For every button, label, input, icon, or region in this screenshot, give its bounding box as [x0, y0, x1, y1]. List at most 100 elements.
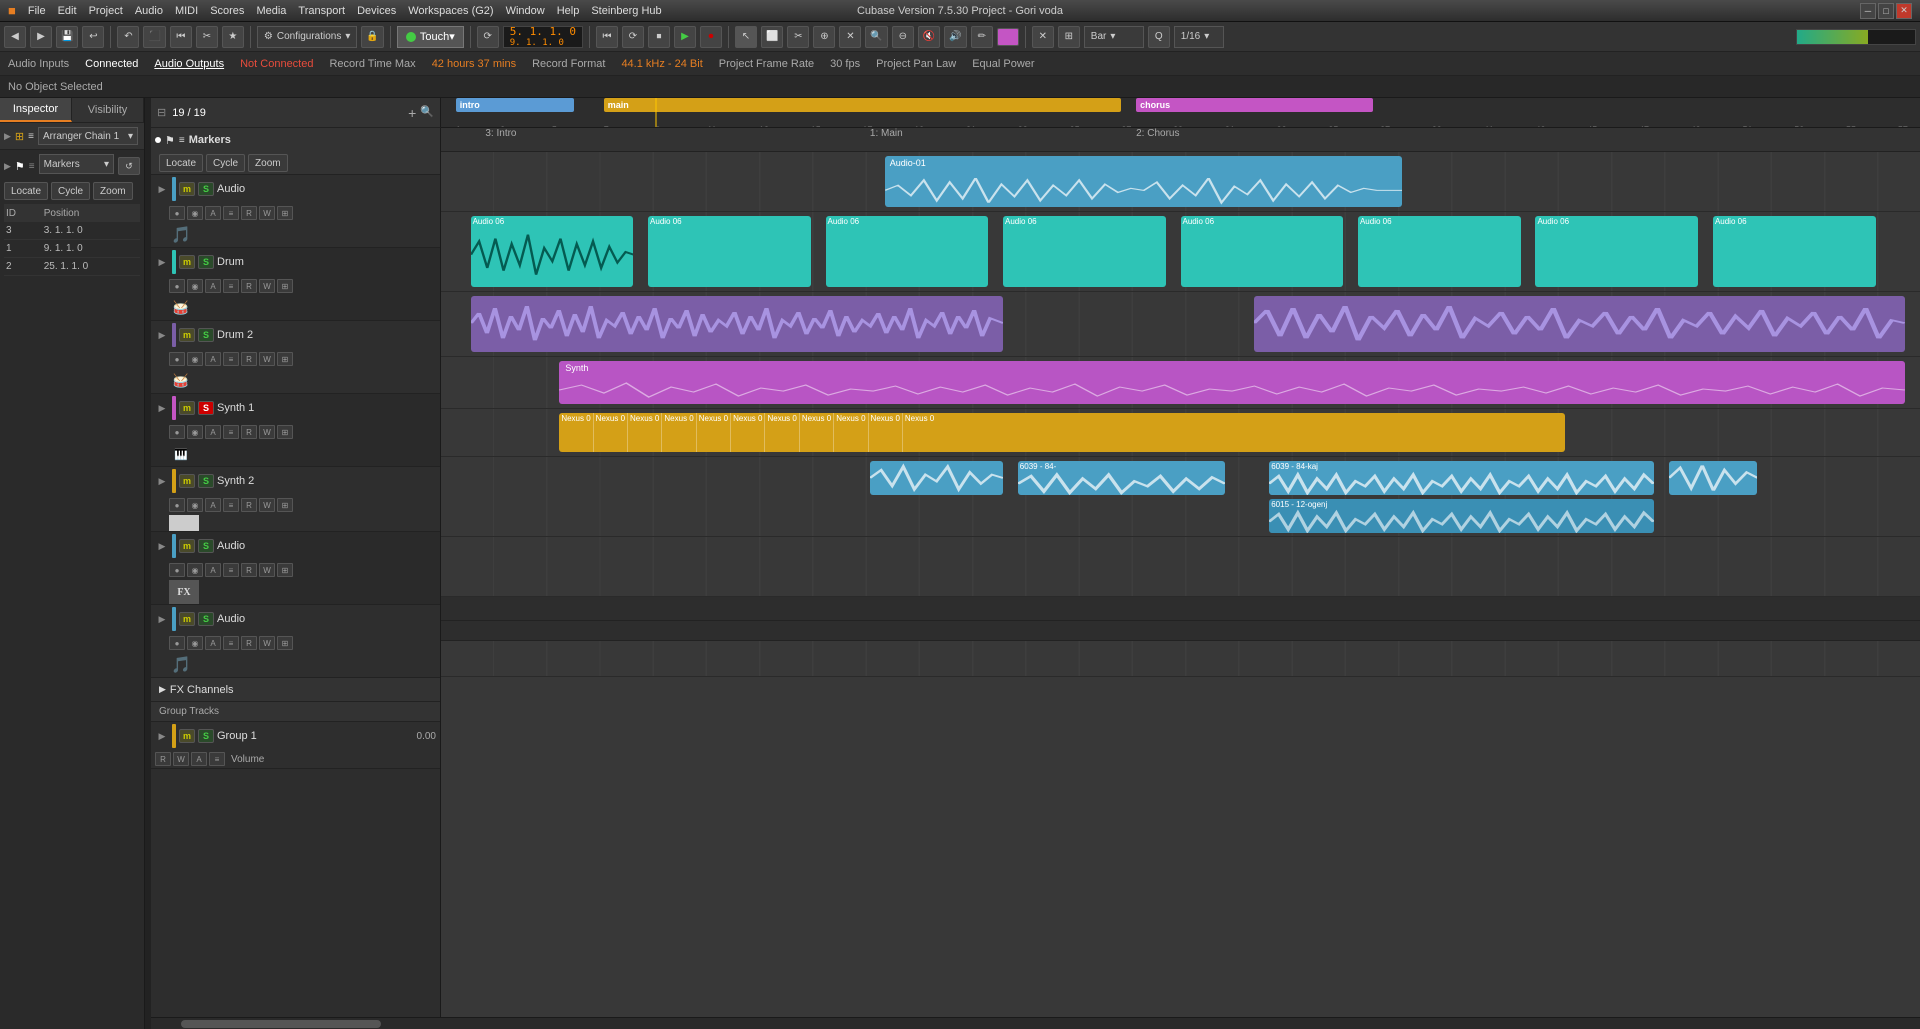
equal-power-label[interactable]: Equal Power — [972, 58, 1034, 70]
clip-fx-2[interactable]: 6039 - 84-kaj — [1269, 461, 1654, 495]
zoom-button[interactable]: Zoom — [93, 182, 133, 200]
fx-audiofx-button[interactable]: ⊞ — [277, 563, 293, 577]
intro-marker[interactable]: intro — [456, 98, 574, 112]
connected-label[interactable]: Connected — [85, 58, 138, 70]
mute-synth1-button[interactable]: m — [179, 401, 195, 415]
tool-glue[interactable]: ★ — [222, 26, 244, 48]
w-drum-button[interactable]: W — [259, 279, 275, 293]
track-expand-audiofx[interactable]: ▶ — [155, 541, 169, 552]
scissors-tool-button[interactable]: ✂ — [787, 26, 809, 48]
r-drum-button[interactable]: R — [241, 279, 257, 293]
menu-scores[interactable]: Scores — [210, 5, 244, 17]
track-header-audio1[interactable]: ▶ m S Audio — [151, 175, 440, 203]
track-header-drum[interactable]: ▶ m S Drum — [151, 248, 440, 276]
r-synth2-button[interactable]: R — [241, 498, 257, 512]
menu-bar[interactable]: ■ File Edit Project Audio MIDI Scores Me… — [8, 3, 662, 18]
add-track-button[interactable]: + — [408, 105, 416, 121]
arrange-row-audiofx[interactable]: 6039 - 84- 6039 - 84-kaj — [441, 457, 1920, 537]
play-button[interactable]: ▶ — [674, 26, 696, 48]
inspector-tabs[interactable]: Inspector Visibility — [0, 98, 144, 123]
solo-synth1-button[interactable]: S — [198, 401, 214, 415]
glue-tool-button[interactable]: ⊕ — [813, 26, 835, 48]
tab-visibility[interactable]: Visibility — [72, 98, 144, 122]
solo-group1-button[interactable]: S — [198, 729, 214, 743]
fx-audio1-button[interactable]: ⊞ — [277, 206, 293, 220]
r-audiofx-button[interactable]: R — [241, 563, 257, 577]
r-group1-button[interactable]: R — [155, 752, 171, 766]
clip-drum-1[interactable]: Audio 06 — [648, 216, 811, 287]
draw-tool-button[interactable]: ✏ — [971, 26, 993, 48]
tool-scissors[interactable]: ✂ — [196, 26, 218, 48]
fx-synth2-button[interactable]: ⊞ — [277, 498, 293, 512]
track-header-audiofx[interactable]: ▶ m S Audio — [151, 532, 440, 560]
menu-midi[interactable]: MIDI — [175, 5, 198, 17]
auto-synth1-button[interactable]: A — [205, 425, 221, 439]
arrange-row-group1[interactable] — [441, 641, 1920, 677]
collapse-tracks-button[interactable]: ⊟ — [157, 106, 166, 119]
markers-refresh-button[interactable]: ↺ — [118, 157, 140, 175]
config-extra-button[interactable]: 🔒 — [361, 26, 383, 48]
auto-synth2-button[interactable]: A — [205, 498, 221, 512]
track-expand-synth1[interactable]: ▶ — [155, 403, 169, 414]
track-header-synth1[interactable]: ▶ m S Synth 1 — [151, 394, 440, 422]
r-synth1-button[interactable]: R — [241, 425, 257, 439]
track-expand-drum2[interactable]: ▶ — [155, 330, 169, 341]
zoom-btn2[interactable]: Zoom — [248, 154, 288, 172]
arranger-chain-dropdown[interactable]: Arranger Chain 1 ▾ — [38, 127, 138, 145]
scrollbar-thumb[interactable] — [181, 1020, 381, 1028]
arrange-canvas[interactable]: 3: Intro 1: Main 2: Chorus Audio-01 — [441, 128, 1920, 1017]
menu-media[interactable]: Media — [256, 5, 286, 17]
fx-drum-button[interactable]: ⊞ — [277, 279, 293, 293]
monitor-audiofx-button[interactable]: ◉ — [187, 563, 203, 577]
clip-drum-2[interactable]: Audio 06 — [826, 216, 989, 287]
clip-drum-0[interactable]: Audio 06 — [471, 216, 634, 287]
menu-help[interactable]: Help — [557, 5, 580, 17]
maximize-button[interactable]: □ — [1878, 3, 1894, 19]
revert-button[interactable]: ↩ — [82, 26, 104, 48]
r-drum2-button[interactable]: R — [241, 352, 257, 366]
mute-audio3-button[interactable]: m — [179, 612, 195, 626]
color-button[interactable] — [997, 28, 1019, 46]
mute-drum2-button[interactable]: m — [179, 328, 195, 342]
rec-audio1-button[interactable]: ● — [169, 206, 185, 220]
metronome-button[interactable]: ⟳ — [477, 26, 499, 48]
minimize-button[interactable]: ─ — [1860, 3, 1876, 19]
search-tracks-button[interactable]: 🔍 — [420, 105, 434, 121]
punch-in-button[interactable]: ⏮ — [170, 26, 192, 48]
solo-audio3-button[interactable]: S — [198, 612, 214, 626]
monitor-synth1-button[interactable]: ◉ — [187, 425, 203, 439]
track-header-audio3[interactable]: ▶ m S Audio — [151, 605, 440, 633]
track-expand-audio3[interactable]: ▶ — [155, 614, 169, 625]
solo-drum-button[interactable]: S — [198, 255, 214, 269]
window-controls[interactable]: ─ □ ✕ — [1860, 3, 1912, 19]
clip-drum-3[interactable]: Audio 06 — [1003, 216, 1166, 287]
zoom-in-button[interactable]: 🔍 — [865, 26, 887, 48]
go-to-start-button[interactable]: ⏮ — [596, 26, 618, 48]
track-header-group1[interactable]: ▶ m S Group 1 0.00 — [151, 722, 440, 750]
tab-inspector[interactable]: Inspector — [0, 98, 72, 122]
clip-fx-0[interactable] — [870, 461, 1003, 495]
touch-mode-button[interactable]: Touch ▾ — [397, 26, 464, 48]
monitor-drum-button[interactable]: ◉ — [187, 279, 203, 293]
marker-row-1[interactable]: 3 3. 1. 1. 0 — [4, 222, 140, 240]
mute-audiofx-button[interactable]: m — [179, 539, 195, 553]
solo-audiofx-button[interactable]: S — [198, 539, 214, 553]
clip-drum-4[interactable]: Audio 06 — [1181, 216, 1344, 287]
menu-steinberg[interactable]: Steinberg Hub — [591, 5, 661, 17]
clip-drum2-1[interactable] — [1254, 296, 1905, 352]
track-header-drum2[interactable]: ▶ m S Drum 2 — [151, 321, 440, 349]
close-button[interactable]: ✕ — [1896, 3, 1912, 19]
undo-button[interactable]: ↶ — [117, 26, 139, 48]
clip-synth1[interactable]: Synth — [559, 361, 1905, 404]
auto-audiofx-button[interactable]: A — [205, 563, 221, 577]
mute-audio1-button[interactable]: m — [179, 182, 195, 196]
horizontal-scrollbar[interactable] — [151, 1017, 1920, 1029]
monitor-audio3-button[interactable]: ◉ — [187, 636, 203, 650]
mute-drum-button[interactable]: m — [179, 255, 195, 269]
arrange-row-drum2[interactable] — [441, 292, 1920, 357]
grid-button[interactable]: ⊞ — [1058, 26, 1080, 48]
track-expand-drum[interactable]: ▶ — [155, 257, 169, 268]
menu-project[interactable]: Project — [89, 5, 123, 17]
rec-audiofx-button[interactable]: ● — [169, 563, 185, 577]
clip-audio01[interactable]: Audio-01 — [885, 156, 1403, 207]
